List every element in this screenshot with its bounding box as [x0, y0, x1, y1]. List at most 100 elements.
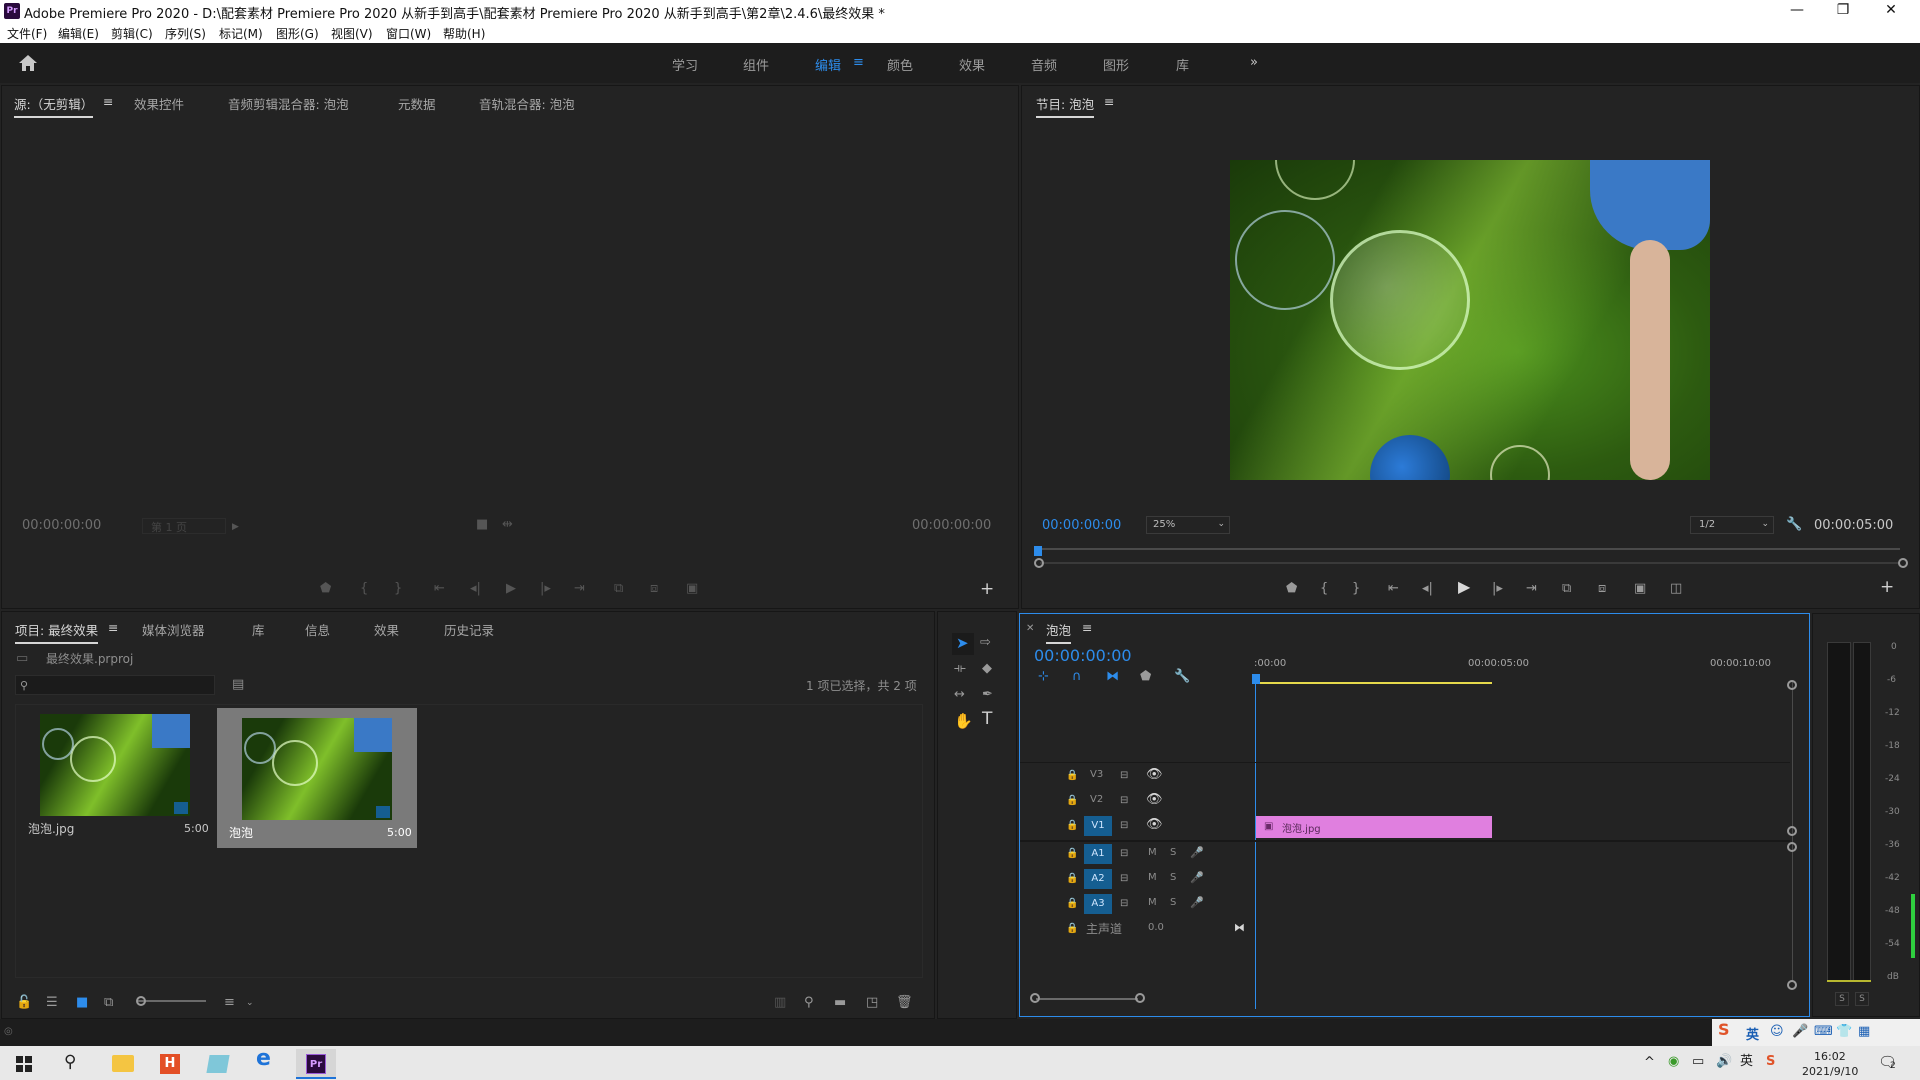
- menu-view[interactable]: 视图(V): [331, 25, 373, 42]
- tab-program[interactable]: 节目: 泡泡: [1036, 94, 1095, 118]
- add-marker-icon[interactable]: ⬟: [320, 582, 331, 596]
- project-item[interactable]: 泡泡.jpg 5:00: [20, 708, 210, 844]
- menu-clip[interactable]: 剪辑(C): [111, 25, 153, 42]
- resolution-select[interactable]: 1/2 ⌄: [1690, 516, 1774, 534]
- restore-icon[interactable]: ❐: [1820, 0, 1866, 22]
- tab-program-menu-icon[interactable]: ≡: [1104, 94, 1114, 109]
- vscroll-handle-mid[interactable]: [1787, 826, 1797, 836]
- timeline-settings-icon[interactable]: 🔧: [1174, 670, 1190, 684]
- zoom-slider-handle[interactable]: [136, 996, 146, 1006]
- play-icon[interactable]: ▶: [506, 582, 516, 596]
- razor-tool-icon[interactable]: ◆: [982, 662, 992, 676]
- timeline-clip[interactable]: ▣ 泡泡.jpg: [1256, 816, 1492, 838]
- zoom-slider[interactable]: [138, 1000, 206, 1002]
- program-video-frame[interactable]: [1230, 160, 1710, 480]
- tab-metadata[interactable]: 元数据: [398, 94, 436, 113]
- volume-icon[interactable]: 🔊: [1716, 1055, 1732, 1069]
- eye-icon[interactable]: 👁: [1146, 818, 1163, 832]
- microphone-icon[interactable]: 🎤: [1190, 871, 1204, 885]
- play-small-icon[interactable]: ▶: [232, 520, 239, 534]
- ime-punct-icon[interactable]: ☺: [1770, 1025, 1784, 1039]
- microphone-icon[interactable]: 🎤: [1190, 846, 1204, 860]
- project-item-selected[interactable]: 泡泡 5:00: [217, 708, 417, 848]
- hand-tool-icon[interactable]: ✋: [954, 714, 973, 729]
- snap-icon[interactable]: ∩: [1072, 670, 1082, 684]
- program-zoom-bar[interactable]: [1040, 562, 1900, 564]
- action-center-button[interactable]: 🗨 2: [1878, 1052, 1900, 1074]
- taskbar-html-editor[interactable]: H: [150, 1049, 190, 1079]
- freeform-view-icon[interactable]: ⧉: [104, 996, 113, 1010]
- icon-view-icon[interactable]: ■: [76, 996, 88, 1010]
- sort-icon[interactable]: ≡: [224, 996, 235, 1010]
- menu-help[interactable]: 帮助(H): [443, 25, 485, 42]
- ime-language[interactable]: 英: [1746, 1024, 1759, 1043]
- vscroll-handle-top[interactable]: [1787, 680, 1797, 690]
- start-button[interactable]: [4, 1049, 44, 1079]
- timeline-zoom-bar[interactable]: [1036, 998, 1138, 1000]
- track-target-a1[interactable]: A1: [1084, 844, 1112, 864]
- mark-out-icon[interactable]: }: [394, 582, 402, 596]
- workspace-color[interactable]: 颜色: [887, 55, 913, 74]
- project-search-input[interactable]: ⚲: [15, 675, 215, 695]
- track-target-a2[interactable]: A2: [1084, 869, 1112, 889]
- lock-icon[interactable]: 🔒: [1066, 872, 1078, 886]
- play-icon[interactable]: ▶: [1458, 579, 1470, 595]
- tab-project[interactable]: 项目: 最终效果: [15, 620, 99, 644]
- workspace-assembly[interactable]: 组件: [743, 55, 769, 74]
- track-select-tool-icon[interactable]: ⇨: [980, 636, 991, 650]
- close-icon[interactable]: ✕: [1868, 0, 1914, 22]
- vscroll-handle-audio[interactable]: [1787, 842, 1797, 852]
- lock-icon[interactable]: 🔒: [1066, 897, 1078, 911]
- tab-timeline-menu-icon[interactable]: ≡: [1082, 620, 1092, 635]
- source-settings-icon[interactable]: ■: [476, 518, 488, 532]
- sync-lock-icon[interactable]: ⊟: [1120, 769, 1128, 783]
- ime-tools-icon[interactable]: ▦: [1858, 1025, 1870, 1039]
- minimize-icon[interactable]: —: [1774, 0, 1820, 22]
- tab-effect-controls[interactable]: 效果控件: [134, 94, 184, 113]
- solo-button[interactable]: S: [1170, 872, 1176, 883]
- taskbar-edge[interactable]: e: [246, 1048, 286, 1079]
- mute-button[interactable]: M: [1148, 847, 1157, 858]
- lock-icon[interactable]: 🔒: [1066, 769, 1078, 783]
- source-insert-icon[interactable]: ⇹: [502, 518, 513, 532]
- lock-icon[interactable]: 🔒: [1066, 847, 1078, 861]
- ime-skin-icon[interactable]: 👕: [1836, 1025, 1852, 1039]
- extract-icon[interactable]: ⧈: [1598, 582, 1606, 596]
- tray-app-icon[interactable]: ◉: [1668, 1055, 1679, 1069]
- lift-icon[interactable]: ⧉: [1562, 582, 1571, 596]
- export-frame-icon[interactable]: ▣: [686, 582, 698, 596]
- workspace-effects[interactable]: 效果: [959, 55, 985, 74]
- solo-button[interactable]: S: [1170, 847, 1176, 858]
- tab-libraries[interactable]: 库: [252, 620, 265, 639]
- zoom-select[interactable]: 25% ⌄: [1146, 516, 1230, 534]
- timeline-timecode[interactable]: 00:00:00:00: [1034, 646, 1132, 665]
- go-to-out-icon[interactable]: ⇥: [574, 582, 585, 596]
- insert-icon[interactable]: ⧉: [614, 582, 623, 596]
- menu-edit[interactable]: 编辑(E): [58, 25, 99, 42]
- menu-window[interactable]: 窗口(W): [386, 25, 431, 42]
- solo-button[interactable]: S: [1170, 897, 1176, 908]
- timeline-playhead-line[interactable]: [1255, 684, 1256, 1009]
- menu-marker[interactable]: 标记(M): [219, 25, 263, 42]
- nest-icon[interactable]: ⊹: [1038, 670, 1049, 684]
- slip-tool-icon[interactable]: ↔: [954, 688, 965, 702]
- comparison-view-icon[interactable]: ◫: [1670, 582, 1682, 596]
- workspace-libraries[interactable]: 库: [1176, 55, 1189, 74]
- go-to-in-icon[interactable]: ⇤: [1388, 582, 1399, 596]
- menu-file[interactable]: 文件(F): [7, 25, 47, 42]
- type-tool-icon[interactable]: T: [982, 711, 992, 728]
- mark-in-icon[interactable]: {: [1320, 582, 1328, 596]
- sync-lock-icon[interactable]: ⊟: [1120, 847, 1128, 861]
- home-icon[interactable]: [18, 54, 38, 72]
- vscroll-handle-bottom[interactable]: [1787, 980, 1797, 990]
- zoom-handle-right[interactable]: [1135, 993, 1145, 1003]
- add-button-icon[interactable]: +: [980, 581, 994, 598]
- workspace-menu-icon[interactable]: ≡: [853, 55, 864, 70]
- master-volume-value[interactable]: 0.0: [1148, 922, 1164, 933]
- sogou-icon[interactable]: S: [1718, 1022, 1730, 1038]
- lock-icon[interactable]: 🔓: [16, 996, 32, 1010]
- tab-project-menu-icon[interactable]: ≡: [108, 620, 118, 635]
- go-to-out-icon[interactable]: ⇥: [1526, 582, 1537, 596]
- tab-timeline[interactable]: 泡泡: [1046, 620, 1072, 644]
- clock-time[interactable]: 16:02: [1814, 1050, 1846, 1063]
